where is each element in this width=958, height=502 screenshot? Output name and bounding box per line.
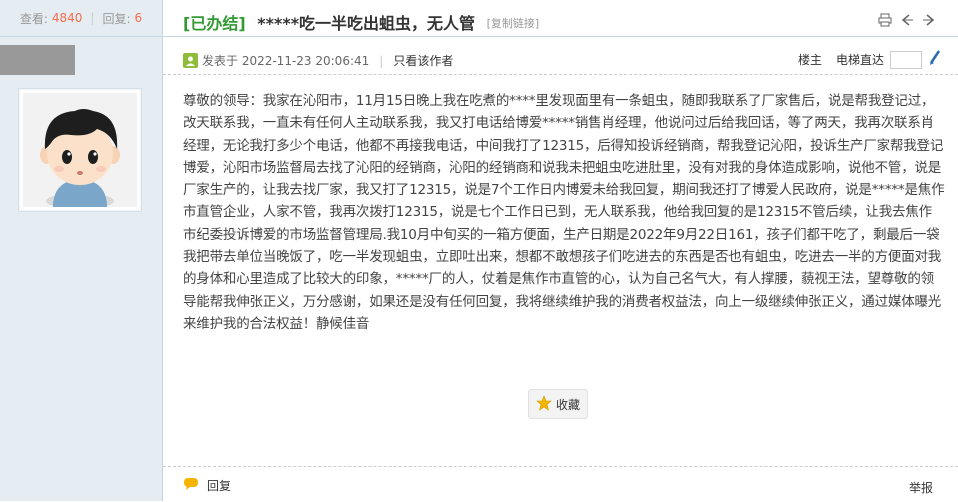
thread-header: [已办结] *****吃一半吃出蛆虫，无人管 [复制链接] (163, 0, 958, 37)
posted-time: 发表于 2022-11-23 20:06:41 (202, 54, 370, 68)
reply-icon (183, 477, 199, 494)
post-body: 尊敬的领导：我家在沁阳市，11月15日晚上我在吃煮的****里发现面里有一条蛆虫… (183, 93, 945, 332)
print-icon[interactable] (878, 13, 892, 27)
username-redacted[interactable] (0, 45, 75, 75)
report-link[interactable]: 举报 (909, 479, 933, 496)
star-icon (536, 394, 552, 414)
reply-button[interactable]: 回复 (183, 477, 231, 494)
thread-stats: 查看: 4840 | 回复: 6 (0, 0, 162, 37)
meta-divider: | (379, 53, 384, 68)
author-sidebar: 查看: 4840 | 回复: 6 (0, 0, 163, 501)
online-status-icon (183, 53, 198, 68)
thread-title-row: [已办结] *****吃一半吃出蛆虫，无人管 [复制链接] (183, 10, 539, 34)
replies-label: 回复: (102, 11, 131, 26)
elevator-label: 电梯直达 (835, 53, 884, 67)
next-thread-icon[interactable] (922, 13, 936, 27)
thread-title: *****吃一半吃出蛆虫，无人管 (257, 14, 476, 33)
favorite-button[interactable]: 收藏 (528, 389, 588, 419)
go-floor-icon[interactable] (928, 50, 942, 69)
replies-count: 6 (134, 11, 143, 25)
avatar[interactable] (18, 88, 142, 212)
stats-divider: | (90, 11, 95, 25)
prev-thread-icon[interactable] (900, 13, 914, 27)
post-meta-left: 发表于 2022-11-23 20:06:41 | 只看该作者 (183, 52, 453, 69)
floor-owner-label: 楼主 (797, 53, 822, 67)
reply-label: 回复 (207, 479, 232, 493)
avatar-image (23, 93, 137, 209)
post-actions-bar: 回复 举报 (163, 466, 958, 502)
post-meta-right: 楼主 电梯直达 (798, 50, 942, 69)
status-tag[interactable]: [已办结] (183, 14, 246, 33)
thread-nav-icons (878, 13, 936, 27)
views-label: 查看: (19, 11, 48, 26)
favorite-label: 收藏 (555, 397, 580, 412)
copy-link-button[interactable]: [复制链接] (487, 17, 540, 30)
floor-jump-input[interactable] (890, 50, 922, 69)
only-author-link[interactable]: 只看该作者 (393, 52, 453, 69)
views-count: 4840 (51, 11, 83, 25)
post-meta-bar: 发表于 2022-11-23 20:06:41 | 只看该作者 楼主 电梯直达 (163, 44, 958, 75)
